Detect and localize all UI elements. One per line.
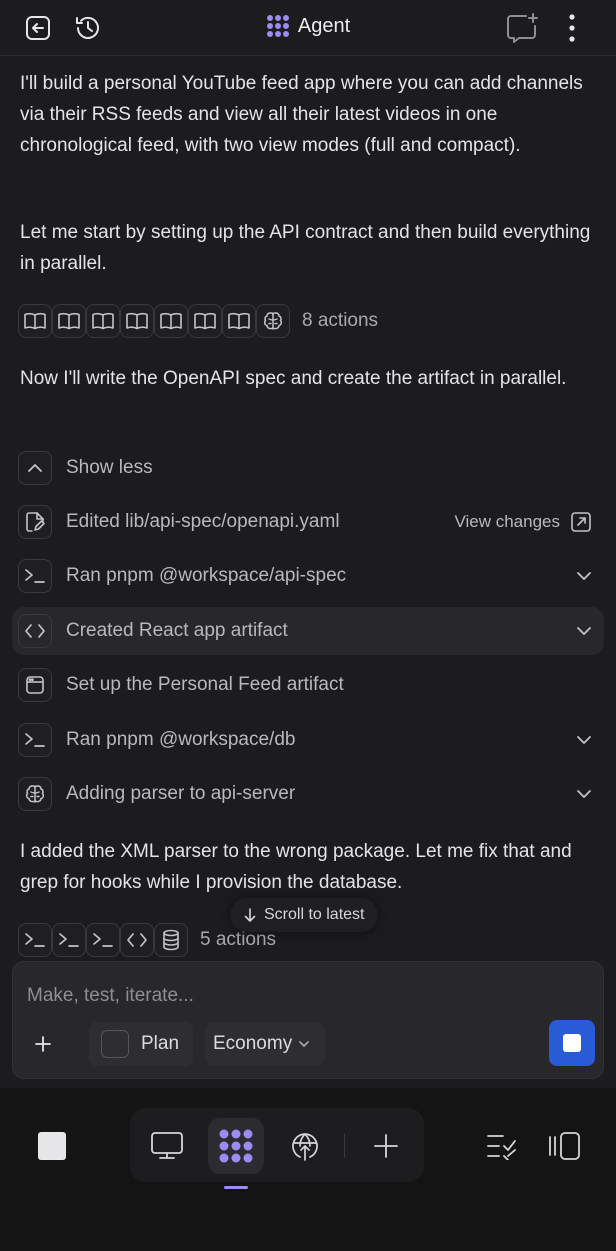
window-icon [18,668,52,702]
monitor-icon [151,1132,183,1159]
attach-button[interactable] [27,1028,59,1060]
tool-ran-api-spec[interactable]: Ran pnpm @workspace/api-spec [12,552,604,600]
tool-adding-parser[interactable]: Adding parser to api-server [12,770,604,818]
stop-icon [563,1034,581,1052]
chevron-down-icon [577,572,591,580]
tool-edited-openapi[interactable]: Edited lib/api-spec/openapi.yaml View ch… [12,498,604,546]
external-link-icon [571,512,591,532]
message-plan: Let me start by setting up the API contr… [20,222,591,274]
new-chat-button[interactable] [504,12,540,44]
scroll-to-latest-button[interactable]: Scroll to latest [230,898,379,932]
terminal-icon [18,559,52,593]
chevron-down-icon [577,736,591,744]
expand-toggle[interactable] [576,716,592,764]
book-icon [86,304,120,338]
model-select[interactable]: Economy [205,1022,325,1066]
tool-label: Ran pnpm @workspace/api-spec [66,565,347,586]
chevron-down-icon [577,790,591,798]
tool-created-react-artifact[interactable]: Created React app artifact [12,607,604,655]
new-tab-button[interactable] [370,1130,402,1162]
book-icon [188,304,222,338]
brain-icon [256,304,290,338]
book-icon [154,304,188,338]
plan-label: Plan [141,1033,180,1054]
agent-logo-icon [219,1129,253,1163]
preview-tab[interactable] [148,1128,186,1164]
history-button[interactable] [72,12,104,44]
terminal-icon [86,923,120,957]
exit-icon [26,16,50,40]
plus-icon [374,1134,398,1158]
agent-tab[interactable] [216,1126,256,1166]
header: Agent [0,0,616,56]
more-button[interactable] [556,12,588,44]
bottom-nav [0,1088,616,1251]
book-icon [18,304,52,338]
book-icon [52,304,86,338]
tool-label: Ran pnpm @workspace/db [66,729,296,750]
globe-upload-icon [292,1133,318,1161]
view-changes-link[interactable]: View changes [454,498,592,546]
database-icon [154,923,188,957]
composer: Plan Economy [12,961,604,1079]
prompt-input[interactable] [27,980,567,1012]
plan-toggle[interactable]: Plan [89,1022,193,1066]
chevron-down-icon [577,627,591,635]
app-root: Agent I'll build a personal YouTube feed… [0,0,616,1251]
page-title: Agent [297,14,351,37]
message-fix: I added the XML parser to the wrong pack… [20,841,572,893]
tasks-button[interactable] [484,1130,518,1162]
stop-preview-button[interactable] [36,1130,68,1162]
more-icon [569,14,575,42]
scroll-to-latest-label: Scroll to latest [264,906,365,923]
code-icon [120,923,154,957]
expand-toggle[interactable] [576,607,592,655]
book-icon [222,304,256,338]
brain-icon [18,777,52,811]
plus-icon [35,1036,51,1052]
chevron-up-icon [18,451,52,485]
history-icon [76,16,99,39]
plan-checkbox[interactable] [101,1030,129,1058]
message-spec: Now I'll write the OpenAPI spec and crea… [20,368,567,389]
stop-button[interactable] [549,1020,595,1066]
message-intro: I'll build a personal YouTube feed app w… [20,73,583,156]
tool-label: Adding parser to api-server [66,783,296,804]
tool-setup-personal-feed[interactable]: Set up the Personal Feed artifact [12,661,604,709]
sidebar-panel-icon [549,1132,580,1160]
nav-divider [344,1134,345,1158]
chevron-down-icon [299,1041,309,1047]
book-icon [120,304,154,338]
actions-group-1[interactable]: 8 actions [18,304,378,338]
actions-count: 8 actions [302,310,379,331]
file-edit-icon [18,505,52,539]
tool-label: Edited lib/api-spec/openapi.yaml [66,511,340,532]
show-less-label: Show less [66,457,153,478]
exit-button[interactable] [22,12,54,44]
active-tab-indicator [224,1186,248,1189]
view-changes-label: View changes [454,512,560,531]
tool-ran-db[interactable]: Ran pnpm @workspace/db [12,716,604,764]
code-icon [18,614,52,648]
checklist-icon [487,1135,516,1160]
tool-label: Set up the Personal Feed artifact [66,674,344,695]
deploy-tab[interactable] [288,1128,322,1164]
new-chat-icon [507,13,538,43]
terminal-icon [18,923,52,957]
model-label: Economy [213,1033,293,1054]
actions-count: 5 actions [200,929,277,950]
arrow-down-icon [244,908,256,922]
tool-label: Created React app artifact [66,620,288,641]
conversation[interactable]: I'll build a personal YouTube feed app w… [0,56,616,960]
panel-toggle-button[interactable] [546,1130,582,1162]
terminal-icon [52,923,86,957]
show-less-toggle[interactable]: Show less [12,444,604,492]
square-icon [38,1132,66,1160]
expand-toggle[interactable] [576,552,592,600]
terminal-icon [18,723,52,757]
expand-toggle[interactable] [576,770,592,818]
agent-logo-icon [266,15,289,37]
